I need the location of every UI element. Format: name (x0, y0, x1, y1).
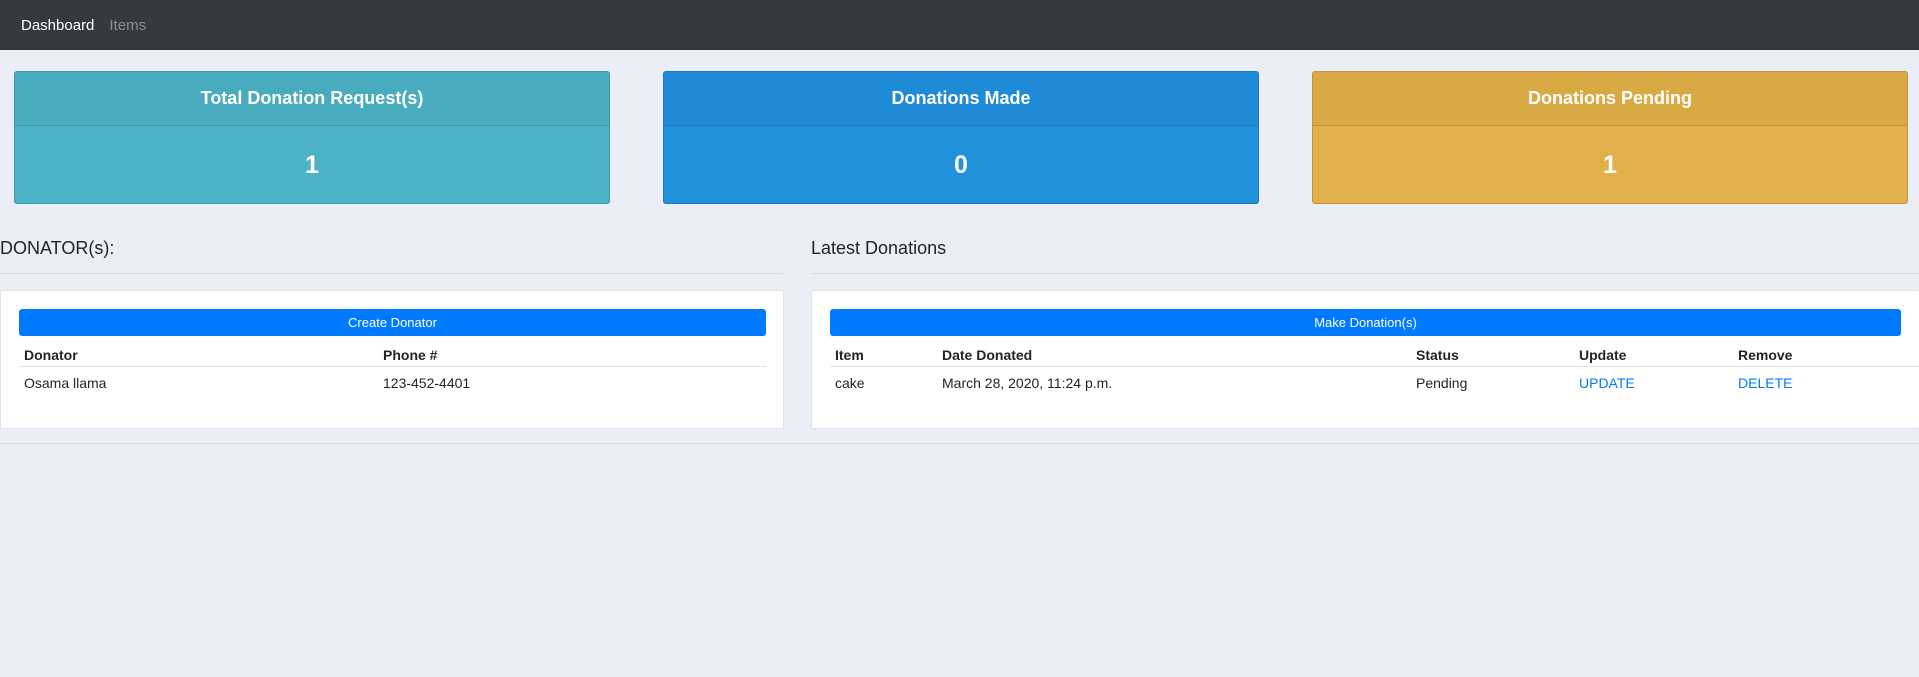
delete-donation-link[interactable]: DELETE (1738, 375, 1792, 391)
donators-table-header: Donator Phone # (19, 343, 766, 367)
donators-panel: Create Donator Donator Phone # Osama lla… (0, 290, 784, 429)
donations-made-card: Donations Made 0 (663, 71, 1259, 204)
donations-pending-card: Donations Pending 1 (1312, 71, 1908, 204)
donator-name: Osama llama (24, 375, 107, 391)
table-row: cake March 28, 2020, 11:24 p.m. Pending … (830, 371, 1919, 395)
card-value: 1 (1603, 151, 1617, 179)
card-title: Total Donation Request(s) (15, 72, 609, 126)
donation-item: cake (835, 375, 865, 391)
donations-table-header: Item Date Donated Status Update Remove (830, 343, 1919, 367)
column-header-remove: Remove (1738, 347, 1793, 363)
column-header-item: Item (835, 347, 864, 363)
divider (811, 273, 1919, 274)
create-donator-button[interactable]: Create Donator (19, 309, 766, 336)
donator-phone: 123-452-4401 (383, 375, 471, 391)
update-donation-link[interactable]: UPDATE (1579, 375, 1635, 391)
card-value: 0 (954, 151, 968, 179)
column-header-phone: Phone # (383, 347, 438, 363)
divider (0, 273, 783, 274)
card-value: 1 (305, 151, 319, 179)
donation-date: March 28, 2020, 11:24 p.m. (942, 375, 1113, 391)
latest-donations-panel: Make Donation(s) Item Date Donated Statu… (811, 290, 1919, 429)
divider (0, 443, 1919, 444)
column-header-donator: Donator (24, 347, 78, 363)
donation-status: Pending (1416, 375, 1468, 391)
top-navbar: Dashboard Items (0, 0, 1919, 50)
make-donation-button[interactable]: Make Donation(s) (830, 309, 1901, 336)
card-title: Donations Made (664, 72, 1258, 126)
latest-donations-title: Latest Donations (811, 238, 947, 258)
column-header-update: Update (1579, 347, 1627, 363)
column-header-date: Date Donated (942, 347, 1033, 363)
card-title: Donations Pending (1313, 72, 1907, 126)
column-header-status: Status (1416, 347, 1459, 363)
table-row: Osama llama 123-452-4401 (19, 371, 766, 395)
nav-dashboard-link[interactable]: Dashboard (21, 17, 94, 34)
donators-section-title: DONATOR(s): (0, 238, 115, 258)
total-requests-card: Total Donation Request(s) 1 (14, 71, 610, 204)
nav-items-link[interactable]: Items (109, 17, 146, 34)
